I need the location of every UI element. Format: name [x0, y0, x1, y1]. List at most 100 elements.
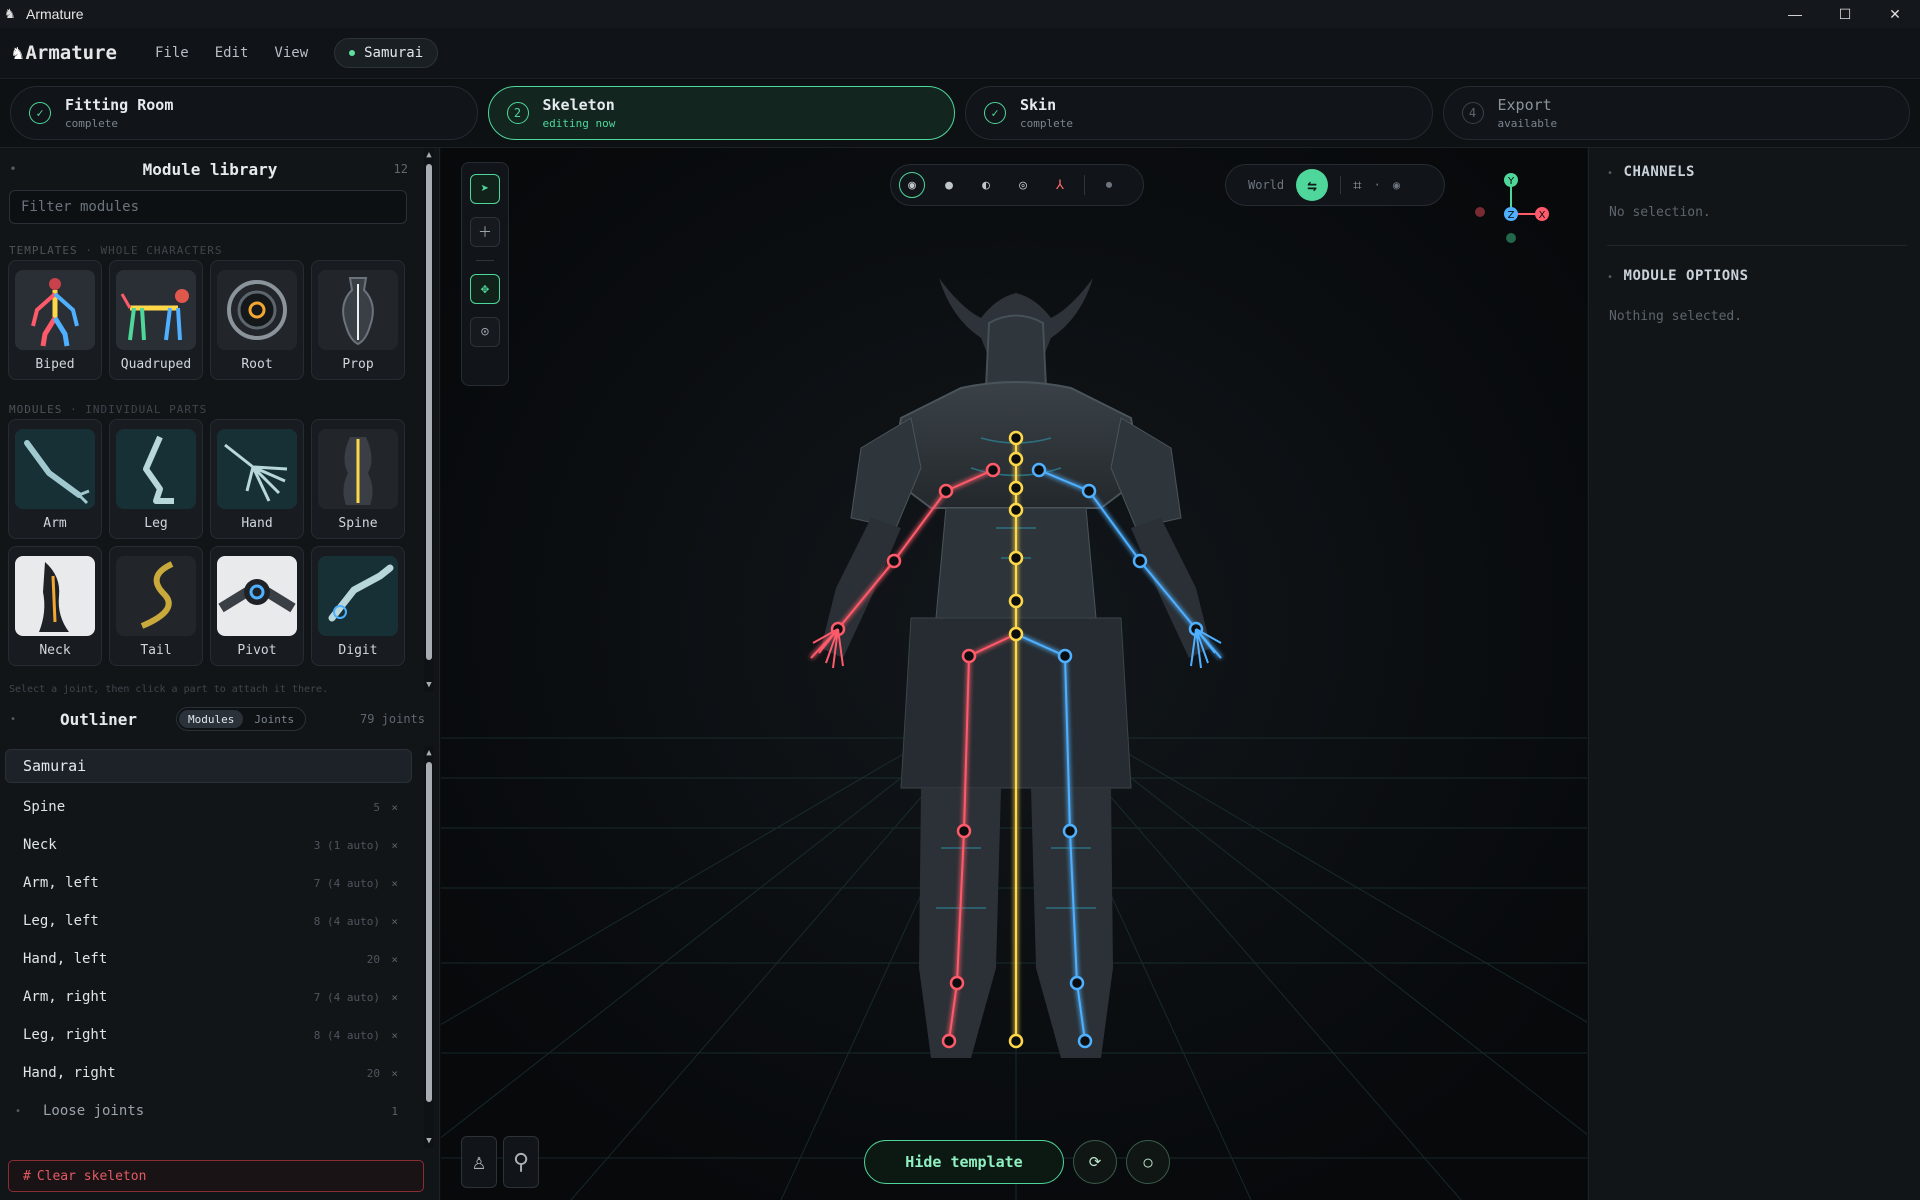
camera-icon[interactable]: ⏺	[1096, 172, 1122, 198]
tab-modules[interactable]: Modules	[179, 710, 244, 728]
step-status: available	[1497, 117, 1558, 130]
tree-item-leg-left[interactable]: Leg, left 8 (4 auto) ×	[0, 902, 420, 940]
template-biped[interactable]: Biped	[8, 260, 102, 380]
module-digit[interactable]: Digit	[311, 546, 405, 666]
tree-item-count: 7 (4 auto)	[313, 990, 380, 1004]
maximize-icon[interactable]: ☐	[1820, 0, 1870, 28]
tail-thumbnail	[116, 556, 196, 636]
module-hand[interactable]: Hand	[210, 419, 304, 539]
reset-icon[interactable]: ⟳	[1073, 1140, 1117, 1184]
menu-file[interactable]: File	[155, 45, 189, 61]
step-name: Export	[1497, 96, 1552, 114]
tree-item-hand-right[interactable]: Hand, right 20 ×	[0, 1054, 420, 1092]
side-figure-icon[interactable]: ⚲	[503, 1136, 539, 1188]
module-count: 12	[393, 162, 408, 176]
prop-thumbnail	[318, 270, 398, 350]
modules-section-label: MODULES · INDIVIDUAL PARTS	[9, 403, 207, 416]
menu-edit[interactable]: Edit	[215, 45, 249, 61]
tab-joints[interactable]: Joints	[245, 710, 303, 728]
3d-viewport[interactable]: ➤ ＋ ✥ ⊙ ◉ ● ◐ ◎ ⅄ ⏺ World ⇋ ⌗ · ◉ Y X Z …	[441, 148, 1587, 1200]
tree-item-neck[interactable]: Neck 3 (1 auto) ×	[0, 826, 420, 864]
tree-root-samurai[interactable]: Samurai	[5, 749, 412, 783]
collapse-icon[interactable]: •	[10, 164, 16, 175]
tree-item-label: Neck	[23, 837, 57, 853]
viewport-scene[interactable]	[441, 148, 1587, 1200]
remove-icon[interactable]: ×	[391, 801, 398, 814]
remove-icon[interactable]: ×	[391, 915, 398, 928]
step-name: Skeleton	[542, 96, 615, 114]
rotate-tool-icon[interactable]: ⊙	[470, 317, 500, 347]
record-icon[interactable]: ○	[1126, 1140, 1170, 1184]
tree-item-arm-left[interactable]: Arm, left 7 (4 auto) ×	[0, 864, 420, 902]
tree-item-leg-right[interactable]: Leg, right 8 (4 auto) ×	[0, 1016, 420, 1054]
viewport-tool-strip: ➤ ＋ ✥ ⊙	[461, 162, 509, 386]
trash-icon: #	[23, 1168, 31, 1184]
step-name: Fitting Room	[65, 96, 174, 114]
matcap-mode-icon[interactable]: ◐	[973, 172, 999, 198]
module-arm[interactable]: Arm	[8, 419, 102, 539]
remove-icon[interactable]: ×	[391, 953, 398, 966]
add-joint-icon[interactable]: ＋	[470, 217, 500, 247]
step-name: Skin	[1020, 96, 1057, 114]
collapse-icon[interactable]: •	[10, 714, 16, 725]
step-fitting-room[interactable]: ✓ Fitting Room complete	[10, 86, 478, 140]
remove-icon[interactable]: ×	[391, 1067, 398, 1080]
module-options-section-header[interactable]: • MODULE OPTIONS	[1607, 268, 1749, 284]
module-spine[interactable]: Spine	[311, 419, 405, 539]
remove-icon[interactable]: ×	[391, 877, 398, 890]
snap-icon[interactable]: ◉	[1393, 178, 1400, 192]
tree-item-count: 5	[373, 800, 380, 814]
orientation-gizmo[interactable]: Y X Z	[1466, 168, 1556, 248]
collapse-icon[interactable]: •	[15, 1106, 21, 1117]
step-skin[interactable]: ✓ Skin complete	[965, 86, 1433, 140]
front-figure-icon[interactable]: ♙	[461, 1136, 497, 1188]
frame-icon[interactable]: ⌗	[1353, 176, 1361, 194]
menu-view[interactable]: View	[274, 45, 308, 61]
move-tool-icon[interactable]: ✥	[470, 274, 500, 304]
tree-item-loose-joints[interactable]: • Loose joints 1	[0, 1092, 420, 1130]
tree-item-label: Hand, right	[23, 1065, 116, 1081]
step-number: 4	[1461, 102, 1484, 124]
shaded-mode-icon[interactable]: ◉	[899, 172, 925, 198]
template-root[interactable]: Root	[210, 260, 304, 380]
filter-modules-input[interactable]	[9, 190, 407, 224]
template-prop[interactable]: Prop	[311, 260, 405, 380]
module-tail[interactable]: Tail	[109, 546, 203, 666]
module-pivot[interactable]: Pivot	[210, 546, 304, 666]
solid-mode-icon[interactable]: ●	[936, 172, 962, 198]
project-pill[interactable]: Samurai	[334, 38, 439, 68]
module-neck[interactable]: Neck	[8, 546, 102, 666]
remove-icon[interactable]: ×	[391, 991, 398, 1004]
axes-icon[interactable]: ⅄	[1047, 172, 1073, 198]
tree-item-label: Loose joints	[43, 1103, 145, 1119]
outliner-scrollbar[interactable]: ▲ ▼	[424, 746, 434, 1148]
hide-template-button[interactable]: Hide template	[864, 1140, 1064, 1184]
tree-item-arm-right[interactable]: Arm, right 7 (4 auto) ×	[0, 978, 420, 1016]
channels-section-header[interactable]: • CHANNELS	[1607, 164, 1695, 180]
clear-skeleton-button[interactable]: # Clear skeleton	[8, 1160, 424, 1192]
minimize-icon[interactable]: —	[1770, 0, 1820, 28]
digit-thumbnail	[318, 556, 398, 636]
space-toggle-icon[interactable]: ⇋	[1296, 169, 1329, 201]
close-icon[interactable]: ✕	[1870, 0, 1920, 28]
xray-mode-icon[interactable]: ◎	[1010, 172, 1036, 198]
status-dot-icon	[349, 50, 356, 56]
remove-icon[interactable]: ×	[391, 839, 398, 852]
biped-thumbnail	[15, 270, 95, 350]
shading-toolbar: ◉ ● ◐ ◎ ⅄ ⏺	[890, 164, 1144, 206]
gizmo-x-label: X	[1539, 210, 1546, 221]
templates-section-label: TEMPLATES · WHOLE CHARACTERS	[9, 244, 222, 257]
tree-item-label: Arm, left	[23, 875, 99, 891]
step-export[interactable]: 4 Export available	[1442, 86, 1910, 140]
library-scrollbar[interactable]: ▲ ▼	[424, 148, 434, 692]
tree-item-label: Leg, right	[23, 1027, 108, 1043]
select-tool-icon[interactable]: ➤	[470, 174, 500, 204]
template-quadruped[interactable]: Quadruped	[109, 260, 203, 380]
tree-item-spine[interactable]: Spine 5 ×	[0, 788, 420, 826]
neck-thumbnail	[15, 556, 95, 636]
module-leg[interactable]: Leg	[109, 419, 203, 539]
remove-icon[interactable]: ×	[391, 1029, 398, 1042]
section-divider	[1607, 245, 1907, 246]
step-skeleton[interactable]: 2 Skeleton editing now	[487, 86, 955, 140]
tree-item-hand-left[interactable]: Hand, left 20 ×	[0, 940, 420, 978]
